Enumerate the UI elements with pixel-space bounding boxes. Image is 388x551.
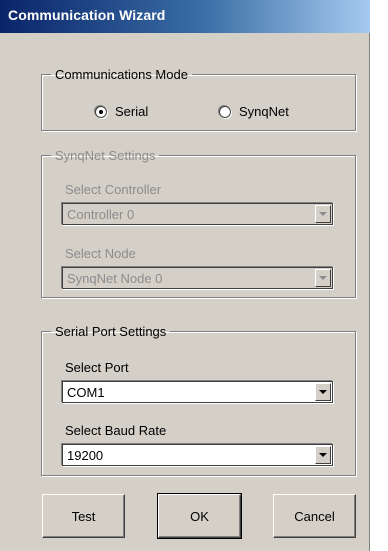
window-title: Communication Wizard: [8, 7, 166, 23]
chevron-down-icon[interactable]: [315, 205, 331, 223]
communications-mode-group: Communications Mode Serial SynqNet: [41, 67, 356, 131]
serial-port-settings-legend: Serial Port Settings: [55, 324, 167, 339]
select-baud-rate-label: Select Baud Rate: [65, 423, 167, 438]
radio-serial[interactable]: Serial: [95, 104, 148, 119]
select-controller-label: Select Controller: [65, 182, 162, 197]
synqnet-settings-group: SynqNet Settings Select Controller Contr…: [41, 148, 356, 298]
test-button[interactable]: Test: [42, 494, 125, 538]
serial-port-settings-group: Serial Port Settings Select Port COM1 Se…: [41, 324, 356, 476]
radio-serial-label: Serial: [115, 104, 149, 119]
synqnet-settings-legend: SynqNet Settings: [55, 148, 156, 163]
radio-synqnet-indicator[interactable]: [219, 105, 231, 118]
radio-synqnet-label: SynqNet: [239, 104, 289, 119]
controller-select-value: Controller 0: [67, 207, 135, 222]
radio-synqnet[interactable]: SynqNet: [219, 104, 289, 119]
title-bar[interactable]: Communication Wizard: [0, 0, 370, 33]
communication-wizard-window: Communication Wizard Communications Mode…: [0, 0, 370, 551]
chevron-down-icon[interactable]: [315, 446, 331, 464]
baud-rate-select-value: 19200: [67, 448, 104, 463]
port-select-value: COM1: [67, 385, 105, 400]
node-select-value: SynqNet Node 0: [67, 271, 163, 286]
controller-select[interactable]: Controller 0: [62, 203, 333, 225]
node-select[interactable]: SynqNet Node 0: [62, 267, 333, 289]
ok-button[interactable]: OK: [157, 493, 242, 539]
cancel-button[interactable]: Cancel: [273, 494, 356, 538]
select-port-label: Select Port: [65, 360, 129, 375]
select-node-label: Select Node: [65, 246, 136, 261]
radio-serial-indicator[interactable]: [95, 105, 107, 118]
communications-mode-legend: Communications Mode: [55, 67, 188, 82]
port-select[interactable]: COM1: [62, 381, 333, 403]
chevron-down-icon[interactable]: [315, 383, 331, 401]
chevron-down-icon[interactable]: [315, 269, 331, 287]
baud-rate-select[interactable]: 19200: [62, 444, 333, 466]
